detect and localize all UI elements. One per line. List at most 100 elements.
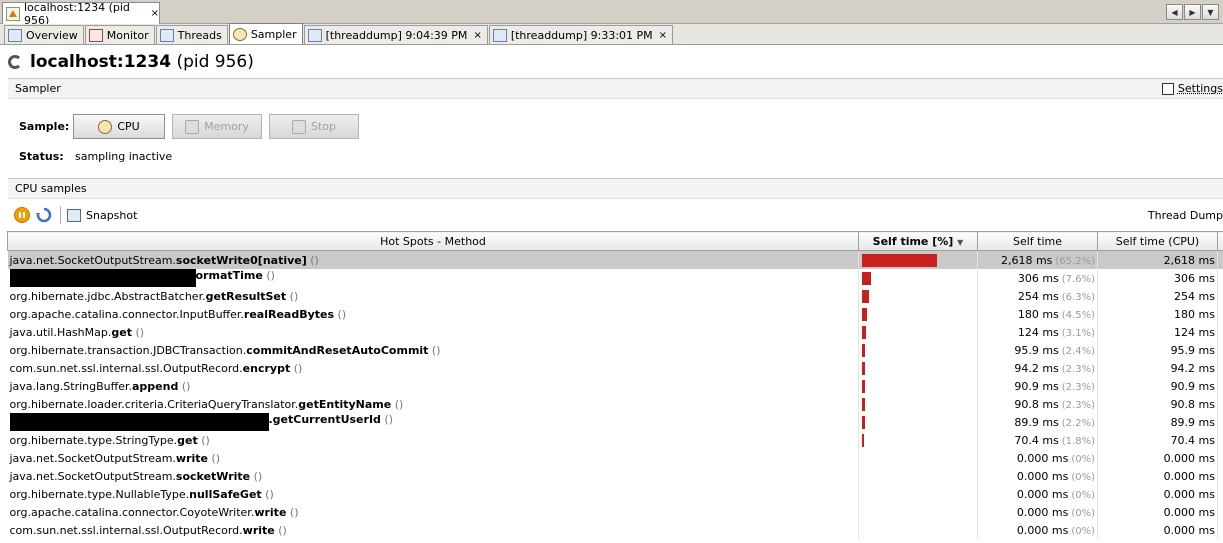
self-time-percent-value: (2.3%) — [1061, 399, 1095, 411]
pause-icon[interactable] — [14, 207, 30, 223]
method-args: () — [391, 397, 404, 411]
tab-threads[interactable]: Threads — [155, 25, 228, 44]
spacer-cell — [1217, 413, 1223, 431]
self-time-percent-cell — [858, 323, 978, 341]
spacer-cell — [1217, 395, 1223, 413]
self-time-bar — [862, 344, 865, 357]
settings-toggle[interactable]: Settings — [1161, 82, 1223, 95]
close-icon[interactable]: × — [473, 30, 481, 41]
cpu-sample-button[interactable]: CPU — [73, 114, 165, 139]
self-time-cell: 306 ms (7.6%) — [977, 269, 1098, 287]
scroll-right-button[interactable]: ▶ — [1184, 4, 1201, 20]
overview-icon — [8, 28, 22, 42]
self-time-value: 90.8 ms — [1014, 397, 1059, 411]
method-package: java.net.SocketOutputStream. — [9, 451, 176, 465]
table-row[interactable]: .getCurrentUserId () 89.9 ms (2.2%) 89.9 ms — [7, 413, 1223, 431]
tab-threaddump-2[interactable]: [threaddump] 9:33:01 PM × — [488, 25, 674, 44]
tab-overview[interactable]: Overview — [4, 25, 84, 44]
stop-button[interactable]: Stop — [269, 114, 359, 139]
self-time-percent-cell — [858, 269, 978, 287]
column-chooser[interactable] — [1217, 231, 1223, 251]
thread-dump-button[interactable]: Thread Dump — [1148, 209, 1223, 222]
spacer-cell — [1217, 431, 1223, 449]
column-header-self-time[interactable]: Self time — [977, 231, 1098, 251]
close-icon[interactable]: × — [151, 8, 159, 19]
self-time-cell: 70.4 ms (1.8%) — [977, 431, 1098, 449]
self-time-cell: 90.8 ms (2.3%) — [977, 395, 1098, 413]
column-header-method[interactable]: Hot Spots - Method — [7, 231, 859, 251]
self-time-percent-cell — [858, 287, 978, 305]
redacted-block — [9, 269, 196, 287]
results-toolbar: Snapshot Thread Dump — [8, 202, 1223, 228]
column-header-self-time-percent[interactable]: Self time [%] ▼ — [858, 231, 978, 251]
table-row[interactable]: org.hibernate.jdbc.AbstractBatcher.getRe… — [7, 287, 1223, 305]
table-row[interactable]: java.net.SocketOutputStream.write () 0.00… — [7, 449, 1223, 467]
table-row[interactable]: java.lang.StringBuffer.append () 90.9 ms(… — [7, 377, 1223, 395]
self-time-percent-cell — [858, 395, 978, 413]
page-title-host: localhost:1234 — [30, 51, 172, 72]
tab-monitor[interactable]: Monitor — [84, 25, 155, 44]
tab-threaddump-1-label: [threaddump] 9:04:39 PM — [325, 28, 468, 42]
table-row[interactable]: org.hibernate.loader.criteria.CriteriaQu… — [7, 395, 1223, 413]
self-time-percent-cell — [858, 449, 978, 467]
document-tab[interactable]: localhost:1234 (pid 956) × — [2, 0, 160, 27]
tab-list-button[interactable]: ▼ — [1202, 4, 1219, 20]
self-time-cpu-cell: 254 ms — [1097, 287, 1218, 305]
method-args: () — [286, 289, 299, 303]
tab-threaddump-1[interactable]: [threaddump] 9:04:39 PM × — [303, 25, 488, 44]
self-time-value: 0.000 ms — [1016, 523, 1069, 537]
status-value: sampling inactive — [75, 150, 173, 163]
snapshot-button[interactable]: Snapshot — [86, 209, 137, 222]
column-header-self-time-cpu[interactable]: Self time (CPU) — [1097, 231, 1218, 251]
table-row[interactable]: java.net.SocketOutputStream.socketWrite0… — [7, 250, 1223, 269]
table-row[interactable]: org.hibernate.type.NullableType.nullSafe… — [7, 485, 1223, 503]
table-row[interactable]: org.apache.catalina.connector.CoyoteWrit… — [7, 503, 1223, 521]
method-package: java.net.SocketOutputStream. — [9, 253, 176, 267]
self-time-cell: 95.9 ms (2.4%) — [977, 341, 1098, 359]
self-time-bar — [862, 254, 937, 267]
self-time-cell: 90.9 ms (2.3%) — [977, 377, 1098, 395]
scroll-left-button[interactable]: ◀ — [1166, 4, 1183, 20]
self-time-cell: 180 ms (4.5%) — [977, 305, 1098, 323]
threaddump-icon — [492, 28, 507, 42]
table-row[interactable]: com.sun.net.ssl.internal.ssl.OutputRecor… — [7, 359, 1223, 377]
table-row[interactable]: org.hibernate.transaction.JDBCTransactio… — [7, 341, 1223, 359]
method-args: () — [261, 487, 274, 501]
table-row[interactable]: com.sun.net.ssl.internal.ssl.OutputRecor… — [7, 521, 1223, 539]
method-args: () — [290, 361, 303, 375]
document-tab-title: localhost:1234 (pid 956) — [24, 0, 130, 27]
self-time-percent-cell — [858, 341, 978, 359]
self-time-percent-value: (65.2%) — [1055, 255, 1095, 267]
stop-button-label: Stop — [310, 120, 336, 133]
toolbar-separator — [60, 206, 61, 224]
self-time-percent-cell — [858, 250, 978, 269]
self-time-cpu-cell: 0.000 ms — [1097, 521, 1218, 539]
jvm-icon — [6, 6, 20, 21]
table-row[interactable]: java.util.HashMap.get () 124 ms (3.1%) 124 … — [7, 323, 1223, 341]
self-time-cpu-cell: 94.2 ms — [1097, 359, 1218, 377]
table-row[interactable]: java.net.SocketOutputStream.socketWrite … — [7, 467, 1223, 485]
table-row[interactable]: ormatTime () 306 ms (7.6%) 306 ms — [7, 269, 1223, 287]
memory-sample-button[interactable]: Memory — [172, 114, 262, 139]
spacer-cell — [1217, 449, 1223, 467]
tab-threaddump-2-label: [threaddump] 9:33:01 PM — [510, 28, 653, 42]
self-time-percent-value: (2.2%) — [1061, 417, 1095, 429]
self-time-percent-value: (6.3%) — [1061, 291, 1095, 303]
table-row[interactable]: org.hibernate.type.StringType.get () 70.4… — [7, 431, 1223, 449]
refresh-icon[interactable] — [36, 207, 52, 223]
self-time-bar — [862, 380, 865, 393]
table-row[interactable]: org.apache.catalina.connector.InputBuffe… — [7, 305, 1223, 323]
method-cell: org.apache.catalina.connector.CoyoteWrit… — [7, 503, 859, 521]
settings-checkbox[interactable] — [1161, 82, 1174, 95]
self-time-percent-value: (2.4%) — [1061, 345, 1095, 357]
spacer-cell — [1217, 377, 1223, 395]
method-cell: org.hibernate.jdbc.AbstractBatcher.getRe… — [7, 287, 859, 305]
memory-button-label: Memory — [204, 120, 249, 133]
close-icon[interactable]: × — [659, 30, 667, 41]
self-time-cell: 94.2 ms (2.3%) — [977, 359, 1098, 377]
method-name: getResultSet — [205, 289, 287, 303]
method-args: () — [306, 253, 319, 267]
method-package: java.util.HashMap. — [9, 325, 112, 339]
method-cell: com.sun.net.ssl.internal.ssl.OutputRecor… — [7, 359, 859, 377]
tab-sampler[interactable]: Sampler — [228, 23, 303, 44]
